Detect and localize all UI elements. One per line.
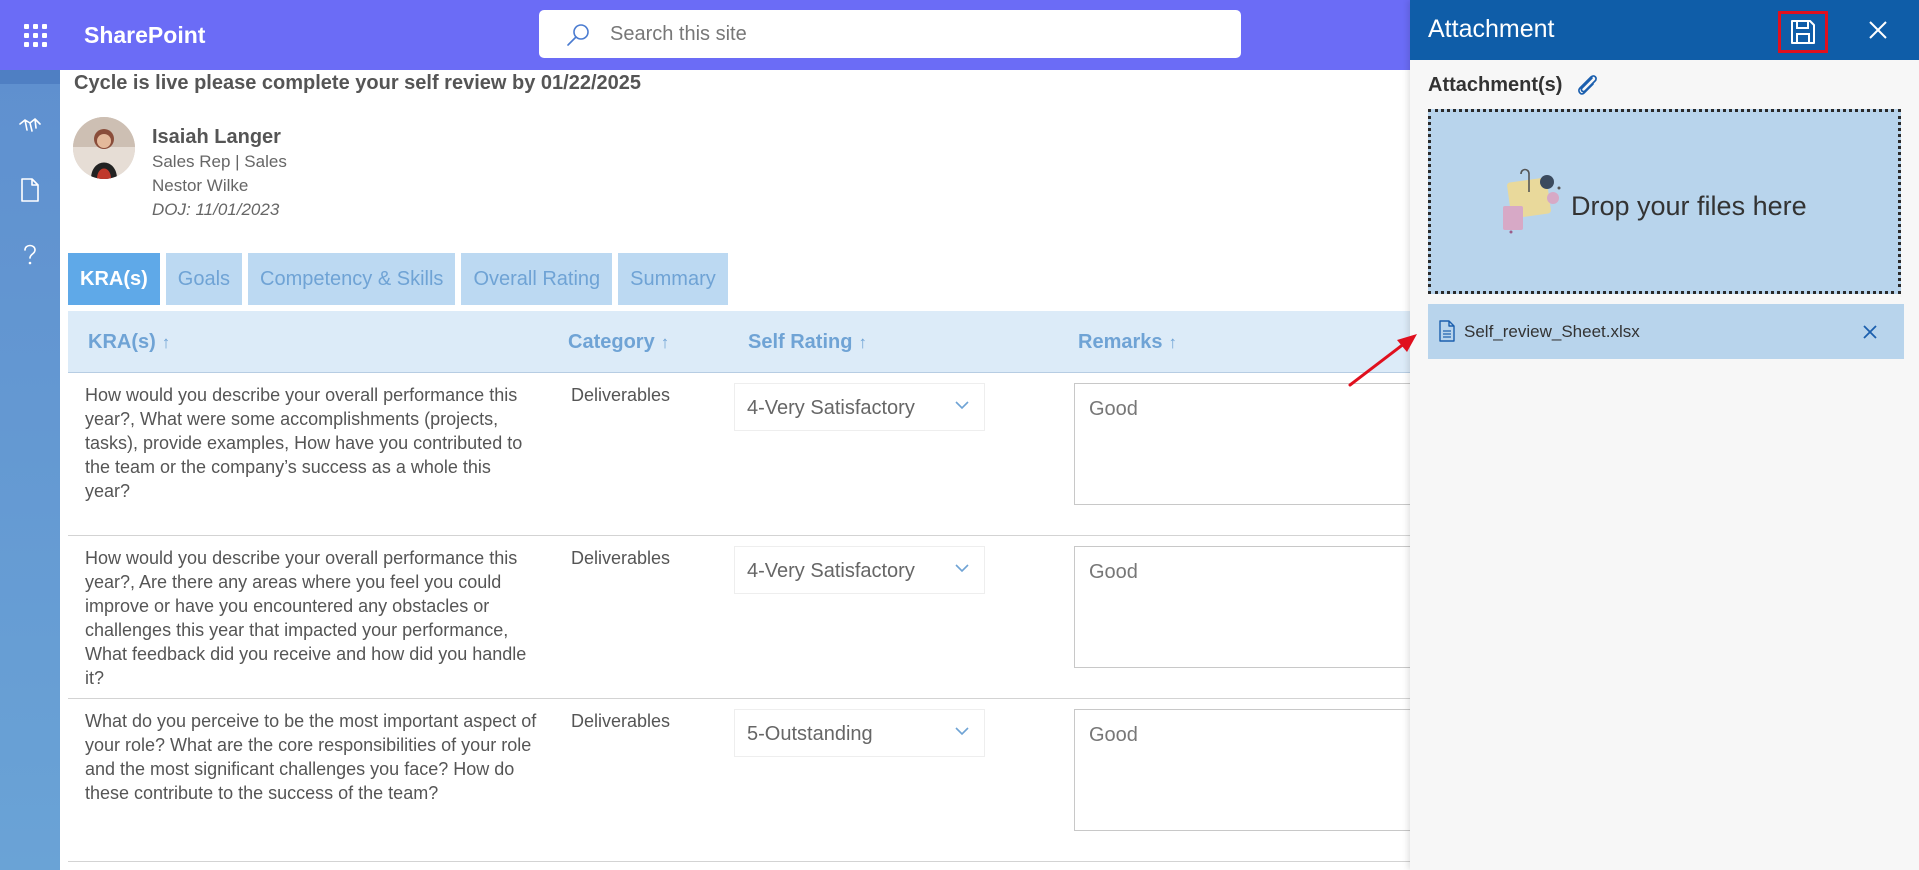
remarks-value: Good (1089, 561, 1138, 583)
search-box[interactable]: Search this site (539, 10, 1241, 58)
attachments-label: Attachment(s) (1428, 74, 1563, 96)
self-rating-dropdown[interactable]: 4-Very Satisfactory (734, 383, 985, 431)
kra-question: How would you describe your overall perf… (85, 385, 523, 501)
kra-category: Deliverables (571, 548, 671, 568)
sort-arrow-icon: ↑ (1168, 333, 1178, 352)
file-icon (1439, 320, 1455, 342)
cycle-banner: Cycle is live please complete your self … (74, 72, 641, 94)
column-header-self-rating[interactable]: Self Rating ↑ (748, 329, 867, 356)
waffle-icon (23, 23, 47, 47)
app-root: SharePoint Search this site Cycle is liv… (0, 0, 1919, 870)
close-icon (1869, 21, 1887, 39)
attached-file-name: Self_review_Sheet.xlsx (1464, 322, 1640, 341)
attachment-panel: Attachment Attachment(s) Drop your files… (1410, 0, 1919, 870)
left-nav-rail (0, 70, 60, 870)
save-icon (1791, 20, 1815, 44)
employee-doj: DOJ: 11/01/2023 (152, 200, 280, 219)
chevron-down-icon (955, 564, 969, 573)
profile-card: Isaiah Langer Sales Rep | Sales Nestor W… (152, 124, 287, 222)
self-rating-value: 4-Very Satisfactory (747, 397, 915, 419)
column-header-category[interactable]: Category ↑ (568, 329, 669, 356)
self-rating-dropdown[interactable]: 5-Outstanding (734, 709, 985, 757)
panel-header: Attachment (1410, 0, 1919, 60)
panel-title: Attachment (1428, 15, 1555, 43)
search-icon (567, 24, 589, 46)
sort-arrow-icon: ↑ (161, 333, 171, 352)
dropzone-text: Drop your files here (1571, 191, 1807, 221)
sort-arrow-icon: ↑ (858, 333, 867, 352)
remove-file-button[interactable] (1858, 320, 1882, 344)
column-header-kra[interactable]: KRA(s) ↑ (88, 329, 170, 356)
brand-title[interactable]: SharePoint (84, 20, 205, 50)
avatar (73, 117, 135, 179)
table-header: KRA(s) ↑ Category ↑ Self Rating ↑ Remarks ↑ (68, 311, 1410, 373)
attach-clip-icon[interactable] (1574, 72, 1600, 103)
table-row: What do you perceive to be the most impo… (68, 699, 1410, 862)
self-rating-value: 5-Outstanding (747, 723, 873, 745)
kra-question: What do you perceive to be the most impo… (85, 711, 537, 803)
search-placeholder[interactable]: Search this site (610, 22, 747, 46)
home-icon[interactable] (0, 70, 60, 84)
file-dropzone[interactable]: Drop your files here (1428, 109, 1901, 294)
review-tabs: KRA(s) Goals Competency & Skills Overall… (68, 253, 728, 305)
self-rating-value: 4-Very Satisfactory (747, 560, 915, 582)
table-row: How would you describe your overall perf… (68, 536, 1410, 699)
employee-role: Sales Rep | Sales (152, 152, 287, 171)
remarks-field[interactable]: Good (1074, 383, 1410, 505)
tab-competency-skills[interactable]: Competency & Skills (248, 253, 456, 305)
kra-category: Deliverables (571, 711, 671, 731)
chevron-down-icon (955, 727, 969, 736)
tab-goals[interactable]: Goals (165, 253, 243, 305)
column-header-remarks[interactable]: Remarks ↑ (1078, 329, 1177, 356)
help-icon[interactable] (15, 240, 45, 270)
remarks-field[interactable]: Good (1074, 709, 1410, 831)
attached-file-item[interactable]: Self_review_Sheet.xlsx (1428, 304, 1904, 359)
close-panel-button[interactable] (1862, 14, 1894, 46)
remarks-value: Good (1089, 724, 1138, 746)
tab-summary[interactable]: Summary (618, 253, 728, 305)
document-icon[interactable] (15, 175, 45, 205)
sort-arrow-icon: ↑ (660, 333, 670, 352)
kra-category: Deliverables (571, 385, 671, 405)
close-icon (1863, 325, 1877, 339)
employee-name: Isaiah Langer (152, 126, 281, 148)
remarks-value: Good (1089, 398, 1138, 420)
remarks-field[interactable]: Good (1074, 546, 1410, 668)
app-launcher-button[interactable] (0, 0, 70, 70)
tab-overall-rating[interactable]: Overall Rating (461, 253, 613, 305)
save-button[interactable] (1778, 11, 1828, 53)
self-rating-dropdown[interactable]: 4-Very Satisfactory (734, 546, 985, 594)
handshake-icon[interactable] (15, 110, 45, 140)
files-illustration-icon (1503, 168, 1561, 234)
chevron-down-icon (955, 401, 969, 410)
kra-question: How would you describe your overall perf… (85, 548, 527, 688)
table-row: How would you describe your overall perf… (68, 373, 1410, 536)
tab-kras[interactable]: KRA(s) (68, 253, 160, 305)
employee-manager: Nestor Wilke (152, 176, 249, 195)
